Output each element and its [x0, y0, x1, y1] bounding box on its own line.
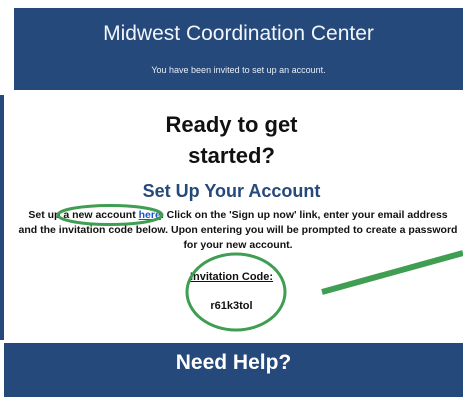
highlight-circle-invitation-code: [185, 252, 287, 332]
highlight-circle-new-account: [56, 204, 164, 226]
highlight-arrow-line: [321, 250, 463, 295]
email-invitation: Midwest Coordination Center You have bee…: [0, 0, 463, 397]
annotation-overlay: [56, 204, 463, 332]
help-banner: Need Help?: [4, 343, 463, 397]
need-help-title: Need Help?: [175, 351, 292, 374]
